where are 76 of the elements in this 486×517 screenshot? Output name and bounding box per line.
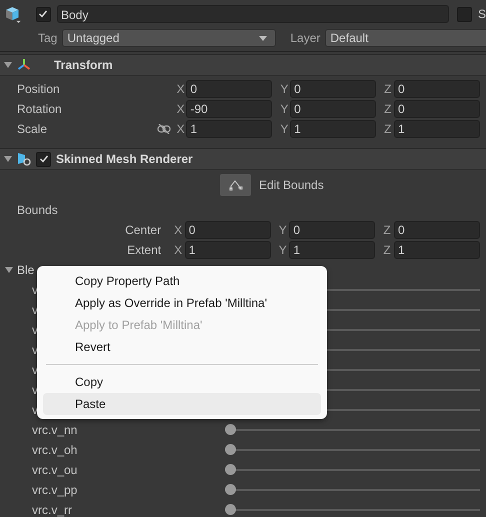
number-field[interactable]: 0 (290, 80, 376, 98)
number-field[interactable]: 0 (394, 221, 480, 239)
enabled-checkbox[interactable] (36, 152, 51, 166)
static-checkbox[interactable] (456, 6, 472, 22)
tag-dropdown[interactable]: Untagged (62, 29, 276, 47)
blend-shape-label: vrc.v_ou (31, 463, 78, 477)
axis-label: Z (382, 243, 392, 257)
axis-label: X (176, 82, 186, 96)
blend-shape-label: vrc.v_nn (31, 423, 78, 437)
number-field[interactable]: 0 (184, 221, 271, 239)
property-label: Scale (16, 122, 48, 136)
check-icon (38, 9, 48, 19)
menu-item[interactable]: Revert (43, 336, 321, 358)
menu-item[interactable]: Paste (43, 393, 321, 415)
transform-icon (17, 58, 31, 72)
number-field[interactable]: 0 (289, 221, 376, 239)
component-title: Skinned Mesh Renderer (56, 152, 193, 166)
caret-icon (259, 36, 268, 40)
axis-label: Y (278, 223, 288, 237)
axis-label: Z (383, 82, 393, 96)
axis-label: X (176, 102, 186, 116)
foldout-arrow-icon[interactable] (4, 155, 12, 163)
property-label: Rotation (16, 102, 63, 116)
slider-thumb[interactable] (225, 444, 236, 455)
axis-label: Y (279, 102, 290, 116)
layer-label: Layer (290, 31, 320, 45)
number-field[interactable]: 0 (186, 80, 272, 98)
number-field[interactable]: 1 (290, 120, 376, 138)
link-icon[interactable] (156, 124, 171, 134)
component-header[interactable]: Transform (0, 54, 486, 76)
active-checkbox[interactable] (36, 6, 51, 22)
slider-thumb[interactable] (225, 484, 236, 495)
axis-label: X (173, 243, 184, 257)
property-label: Position (16, 82, 61, 96)
foldout-arrow-icon[interactable] (5, 266, 13, 274)
menu-item[interactable]: Apply as Override in Prefab 'Milltina' (43, 292, 321, 314)
blend-shape-label: vrc.v_pp (31, 483, 78, 497)
edit-bounds-button[interactable] (220, 174, 251, 196)
name-field[interactable]: Body (56, 5, 449, 23)
axis-label: Z (383, 122, 393, 136)
edit-bounds-label: Edit Bounds (259, 178, 324, 192)
bounds-icon (228, 179, 242, 191)
axis-label: Y (279, 82, 290, 96)
mesh-renderer-icon (17, 152, 31, 166)
axis-label: X (173, 223, 184, 237)
menu-item[interactable]: Copy (43, 371, 321, 393)
blend-shapes-label: Ble (17, 263, 34, 277)
static-label: S (478, 7, 486, 21)
blend-shape-label: vrc.v_rr (31, 503, 73, 517)
foldout-arrow-icon[interactable] (4, 61, 12, 69)
number-field[interactable]: 1 (186, 120, 272, 138)
number-field[interactable]: 1 (289, 241, 376, 259)
menu-item[interactable]: Copy Property Path (43, 270, 321, 292)
slider-thumb[interactable] (225, 424, 236, 435)
axis-label: Z (382, 223, 392, 237)
number-field[interactable]: 0 (394, 100, 480, 118)
axis-label: Y (279, 122, 290, 136)
property-label: Center (124, 223, 162, 237)
layer-dropdown[interactable]: Default (325, 29, 486, 47)
axis-label: X (176, 122, 186, 136)
number-field[interactable]: 1 (394, 120, 480, 138)
tag-label: Tag (38, 31, 58, 45)
number-field[interactable]: -90 (186, 100, 272, 118)
slider-thumb[interactable] (225, 464, 236, 475)
bounds-label: Bounds (16, 203, 59, 217)
number-field[interactable]: 0 (290, 100, 376, 118)
slider-thumb[interactable] (225, 504, 236, 515)
number-field[interactable]: 1 (394, 241, 480, 259)
number-field[interactable]: 0 (394, 80, 480, 98)
number-field[interactable]: 1 (184, 241, 271, 259)
check-icon (38, 154, 48, 164)
axis-label: Z (383, 102, 393, 116)
axis-label: Y (278, 243, 288, 257)
blend-shape-label: vrc.v_oh (31, 443, 78, 457)
property-label: Extent (126, 243, 162, 257)
component-title: Transform (54, 58, 113, 72)
